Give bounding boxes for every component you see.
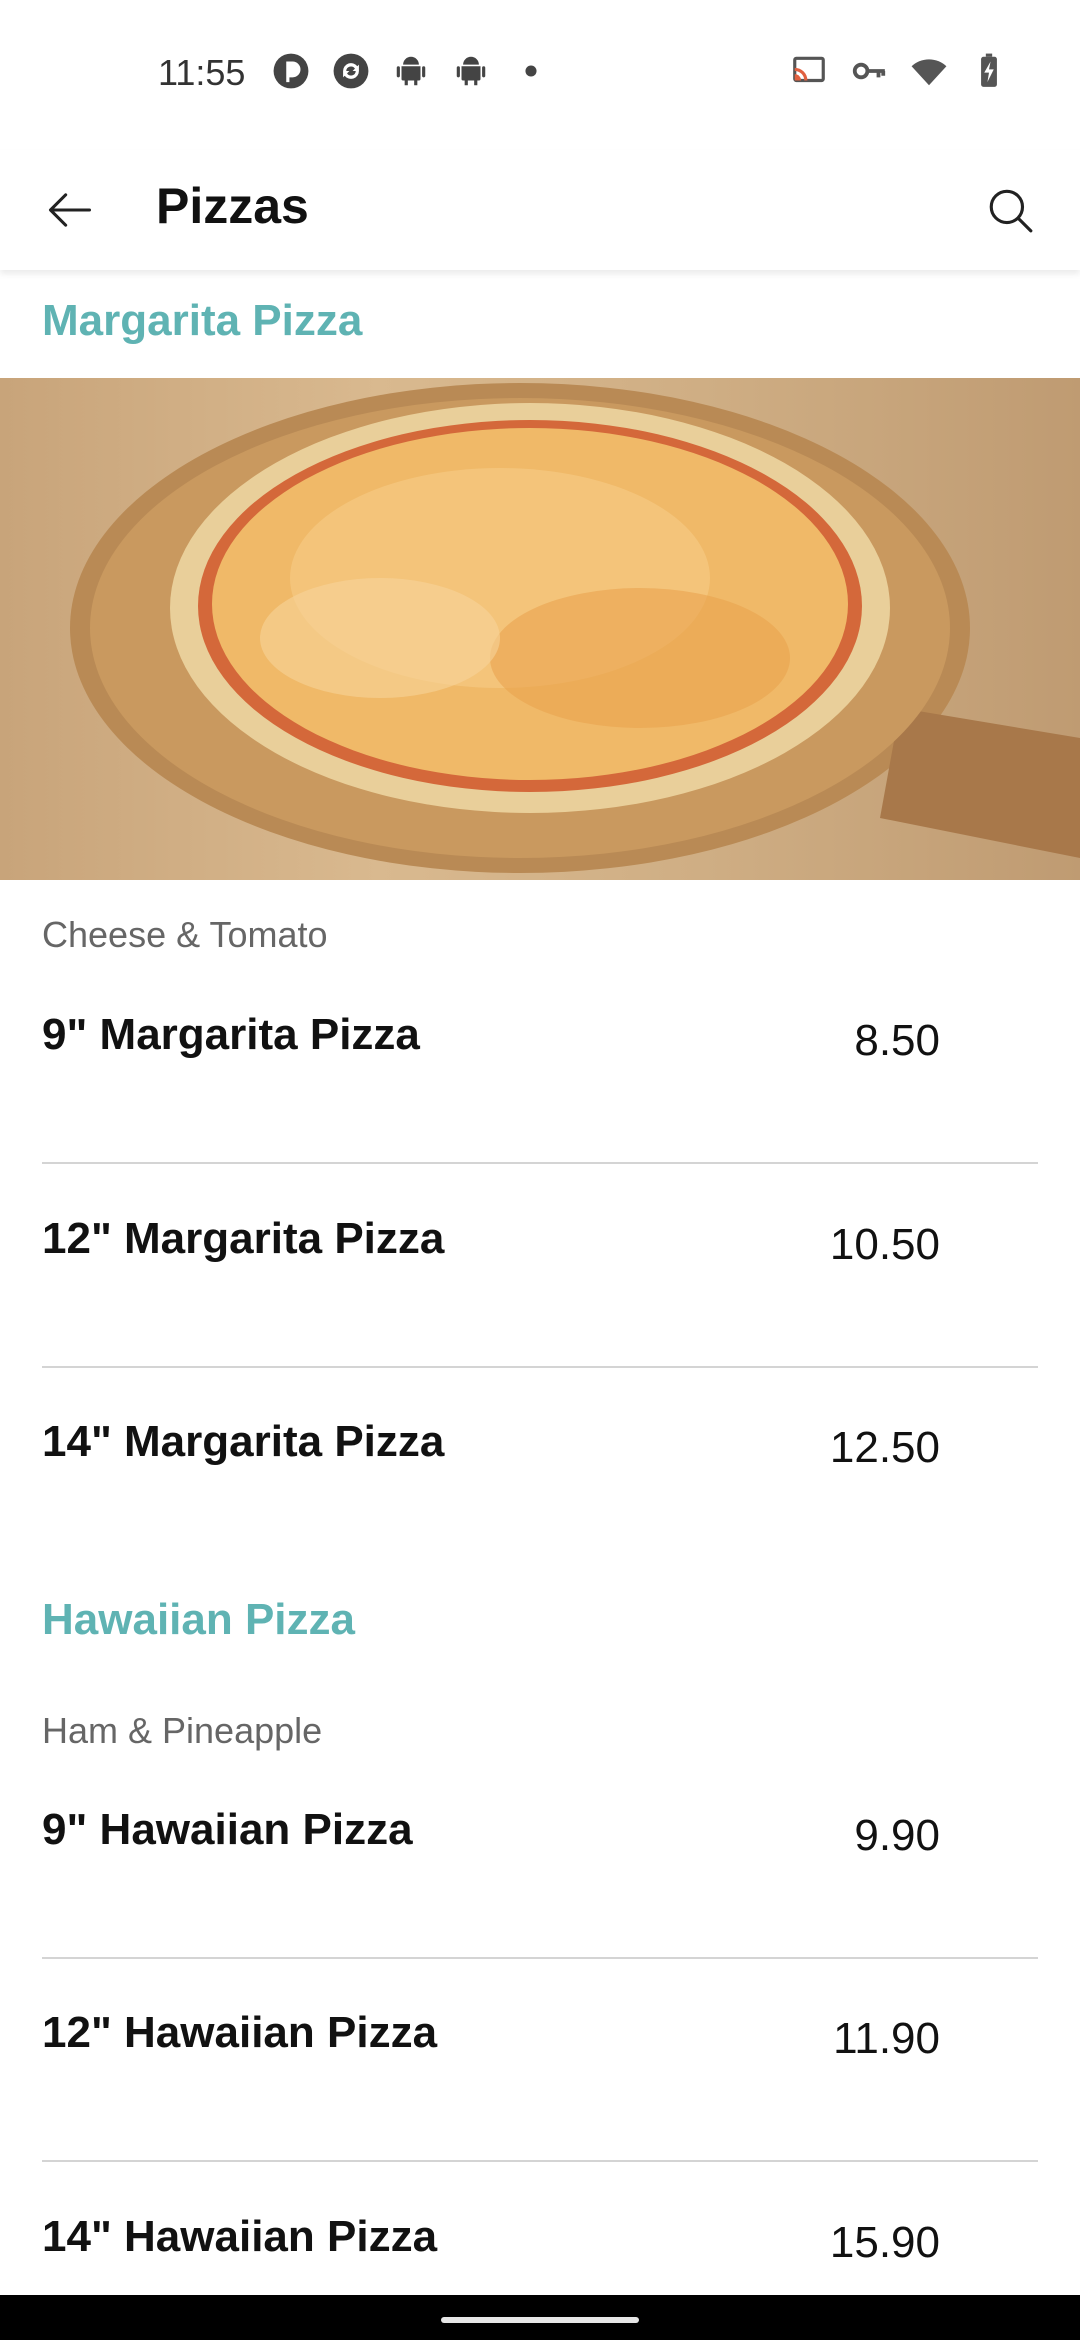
section-subtitle-margarita: Cheese & Tomato [42, 914, 328, 955]
item-name: 14" Margarita Pizza [42, 1417, 445, 1466]
menu-item[interactable]: 14" Hawaiian Pizza 15.90 [42, 2162, 1038, 2295]
status-time: 11:55 [158, 52, 246, 93]
section-title-margarita: Margarita Pizza [42, 296, 363, 345]
item-price: 9.90 [854, 1811, 940, 1860]
section-subtitle-hawaiian: Ham & Pineapple [42, 1710, 323, 1751]
back-button[interactable] [40, 180, 100, 240]
item-name: 9" Hawaiian Pizza [42, 1805, 413, 1854]
app-bar: Pizzas [0, 150, 1080, 270]
item-name: 14" Hawaiian Pizza [42, 2212, 438, 2261]
menu-item[interactable]: 9" Hawaiian Pizza 9.90 [42, 1755, 1038, 1959]
menu-list[interactable]: Margarita Pizza Cheese & Tomato 9" Marga… [0, 270, 1080, 2295]
pocket-casts-icon [273, 53, 309, 89]
arrow-left-icon [48, 193, 92, 227]
status-bar: 11:55 [0, 0, 1080, 150]
menu-item[interactable]: 12" Hawaiian Pizza 11.90 [42, 1958, 1038, 2162]
notification-icons [272, 52, 550, 90]
navigation-bar [0, 2295, 1080, 2340]
item-name: 12" Hawaiian Pizza [42, 2008, 438, 2057]
section-title-hawaiian: Hawaiian Pizza [42, 1595, 356, 1644]
item-name: 12" Margarita Pizza [42, 1214, 445, 1263]
android-icon [456, 56, 486, 86]
item-price: 8.50 [854, 1016, 940, 1065]
wifi-icon [911, 59, 947, 86]
sync-icon [333, 53, 369, 89]
item-price: 12.50 [829, 1423, 940, 1472]
home-gesture-handle[interactable] [441, 2317, 639, 2323]
search-icon [989, 189, 1033, 233]
menu-item[interactable]: 14" Margarita Pizza 12.50 [42, 1367, 1038, 1571]
margarita-pizza-image [0, 378, 1080, 880]
search-button[interactable] [980, 180, 1040, 240]
system-icons [790, 52, 1008, 90]
cast-icon [793, 56, 825, 83]
menu-item[interactable]: 9" Margarita Pizza 8.50 [42, 960, 1038, 1164]
android-icon [396, 56, 426, 86]
battery-charging-icon [981, 53, 997, 87]
item-price: 15.90 [829, 2218, 940, 2267]
vpn-key-icon [852, 62, 886, 80]
dot-icon [525, 65, 537, 77]
item-name: 9" Margarita Pizza [42, 1010, 420, 1059]
page-title: Pizzas [156, 178, 309, 234]
item-price: 10.50 [829, 1220, 940, 1269]
menu-item[interactable]: 12" Margarita Pizza 10.50 [42, 1164, 1038, 1368]
pizza-image [70, 383, 1080, 873]
item-price: 11.90 [833, 2014, 940, 2063]
